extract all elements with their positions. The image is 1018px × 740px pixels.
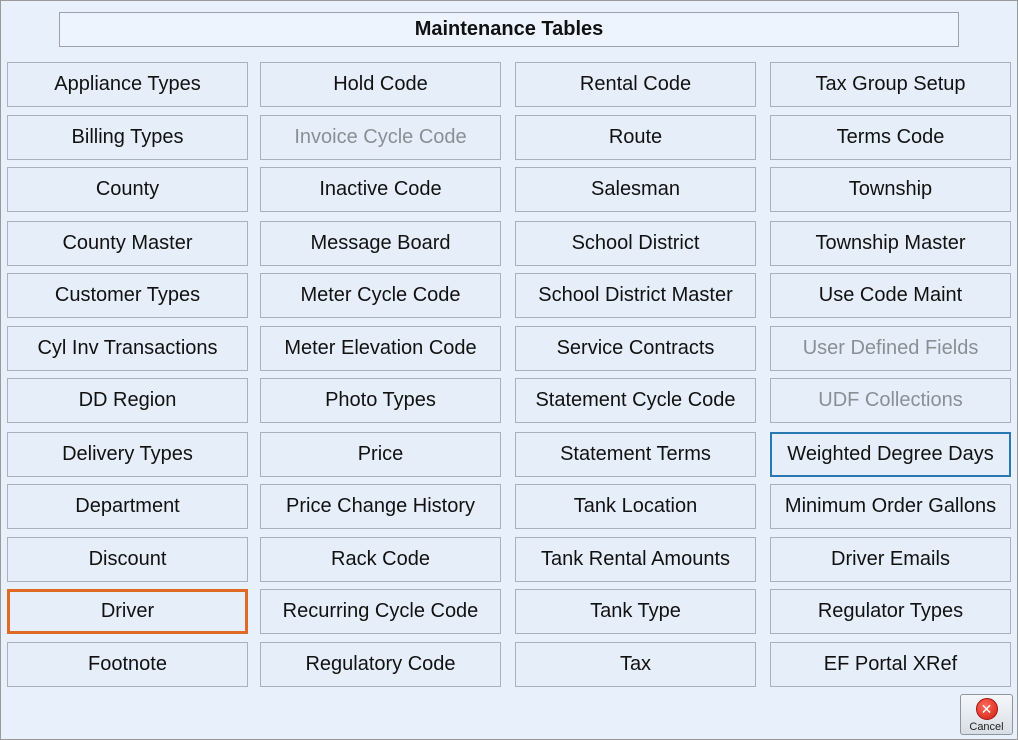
regulatory-code-button[interactable]: Regulatory Code bbox=[260, 642, 501, 687]
meter-cycle-code-button[interactable]: Meter Cycle Code bbox=[260, 273, 501, 318]
photo-types-button[interactable]: Photo Types bbox=[260, 378, 501, 423]
use-code-maint-button[interactable]: Use Code Maint bbox=[770, 273, 1011, 318]
footnote-button[interactable]: Footnote bbox=[7, 642, 248, 687]
customer-types-button[interactable]: Customer Types bbox=[7, 273, 248, 318]
township-button[interactable]: Township bbox=[770, 167, 1011, 212]
udf-collections-button: UDF Collections bbox=[770, 378, 1011, 423]
school-district-button[interactable]: School District bbox=[515, 221, 756, 266]
meter-elevation-code-button[interactable]: Meter Elevation Code bbox=[260, 326, 501, 371]
inactive-code-button[interactable]: Inactive Code bbox=[260, 167, 501, 212]
price-button[interactable]: Price bbox=[260, 432, 501, 477]
billing-types-button[interactable]: Billing Types bbox=[7, 115, 248, 160]
route-button[interactable]: Route bbox=[515, 115, 756, 160]
township-master-button[interactable]: Township Master bbox=[770, 221, 1011, 266]
invoice-cycle-code-button: Invoice Cycle Code bbox=[260, 115, 501, 160]
driver-button[interactable]: Driver bbox=[7, 589, 248, 634]
department-button[interactable]: Department bbox=[7, 484, 248, 529]
rental-code-button[interactable]: Rental Code bbox=[515, 62, 756, 107]
regulator-types-button[interactable]: Regulator Types bbox=[770, 589, 1011, 634]
discount-button[interactable]: Discount bbox=[7, 537, 248, 582]
tank-location-button[interactable]: Tank Location bbox=[515, 484, 756, 529]
appliance-types-button[interactable]: Appliance Types bbox=[7, 62, 248, 107]
school-district-master-button[interactable]: School District Master bbox=[515, 273, 756, 318]
tax-button[interactable]: Tax bbox=[515, 642, 756, 687]
message-board-button[interactable]: Message Board bbox=[260, 221, 501, 266]
weighted-degree-days-button[interactable]: Weighted Degree Days bbox=[770, 432, 1011, 477]
service-contracts-button[interactable]: Service Contracts bbox=[515, 326, 756, 371]
page-title: Maintenance Tables bbox=[59, 12, 959, 47]
hold-code-button[interactable]: Hold Code bbox=[260, 62, 501, 107]
statement-cycle-code-button[interactable]: Statement Cycle Code bbox=[515, 378, 756, 423]
recurring-cycle-code-button[interactable]: Recurring Cycle Code bbox=[260, 589, 501, 634]
cyl-inv-transactions-button[interactable]: Cyl Inv Transactions bbox=[7, 326, 248, 371]
user-defined-fields-button: User Defined Fields bbox=[770, 326, 1011, 371]
ef-portal-xref-button[interactable]: EF Portal XRef bbox=[770, 642, 1011, 687]
county-master-button[interactable]: County Master bbox=[7, 221, 248, 266]
cancel-button[interactable]: ✕ Cancel bbox=[960, 694, 1013, 735]
salesman-button[interactable]: Salesman bbox=[515, 167, 756, 212]
rack-code-button[interactable]: Rack Code bbox=[260, 537, 501, 582]
price-change-history-button[interactable]: Price Change History bbox=[260, 484, 501, 529]
tank-type-button[interactable]: Tank Type bbox=[515, 589, 756, 634]
delivery-types-button[interactable]: Delivery Types bbox=[7, 432, 248, 477]
county-button[interactable]: County bbox=[7, 167, 248, 212]
minimum-order-gallons-button[interactable]: Minimum Order Gallons bbox=[770, 484, 1011, 529]
tank-rental-amounts-button[interactable]: Tank Rental Amounts bbox=[515, 537, 756, 582]
cancel-icon: ✕ bbox=[975, 698, 998, 720]
statement-terms-button[interactable]: Statement Terms bbox=[515, 432, 756, 477]
driver-emails-button[interactable]: Driver Emails bbox=[770, 537, 1011, 582]
tax-group-setup-button[interactable]: Tax Group Setup bbox=[770, 62, 1011, 107]
dd-region-button[interactable]: DD Region bbox=[7, 378, 248, 423]
terms-code-button[interactable]: Terms Code bbox=[770, 115, 1011, 160]
maintenance-tables-window: Maintenance Tables Appliance Types Billin… bbox=[0, 0, 1018, 740]
cancel-label: Cancel bbox=[969, 721, 1004, 733]
